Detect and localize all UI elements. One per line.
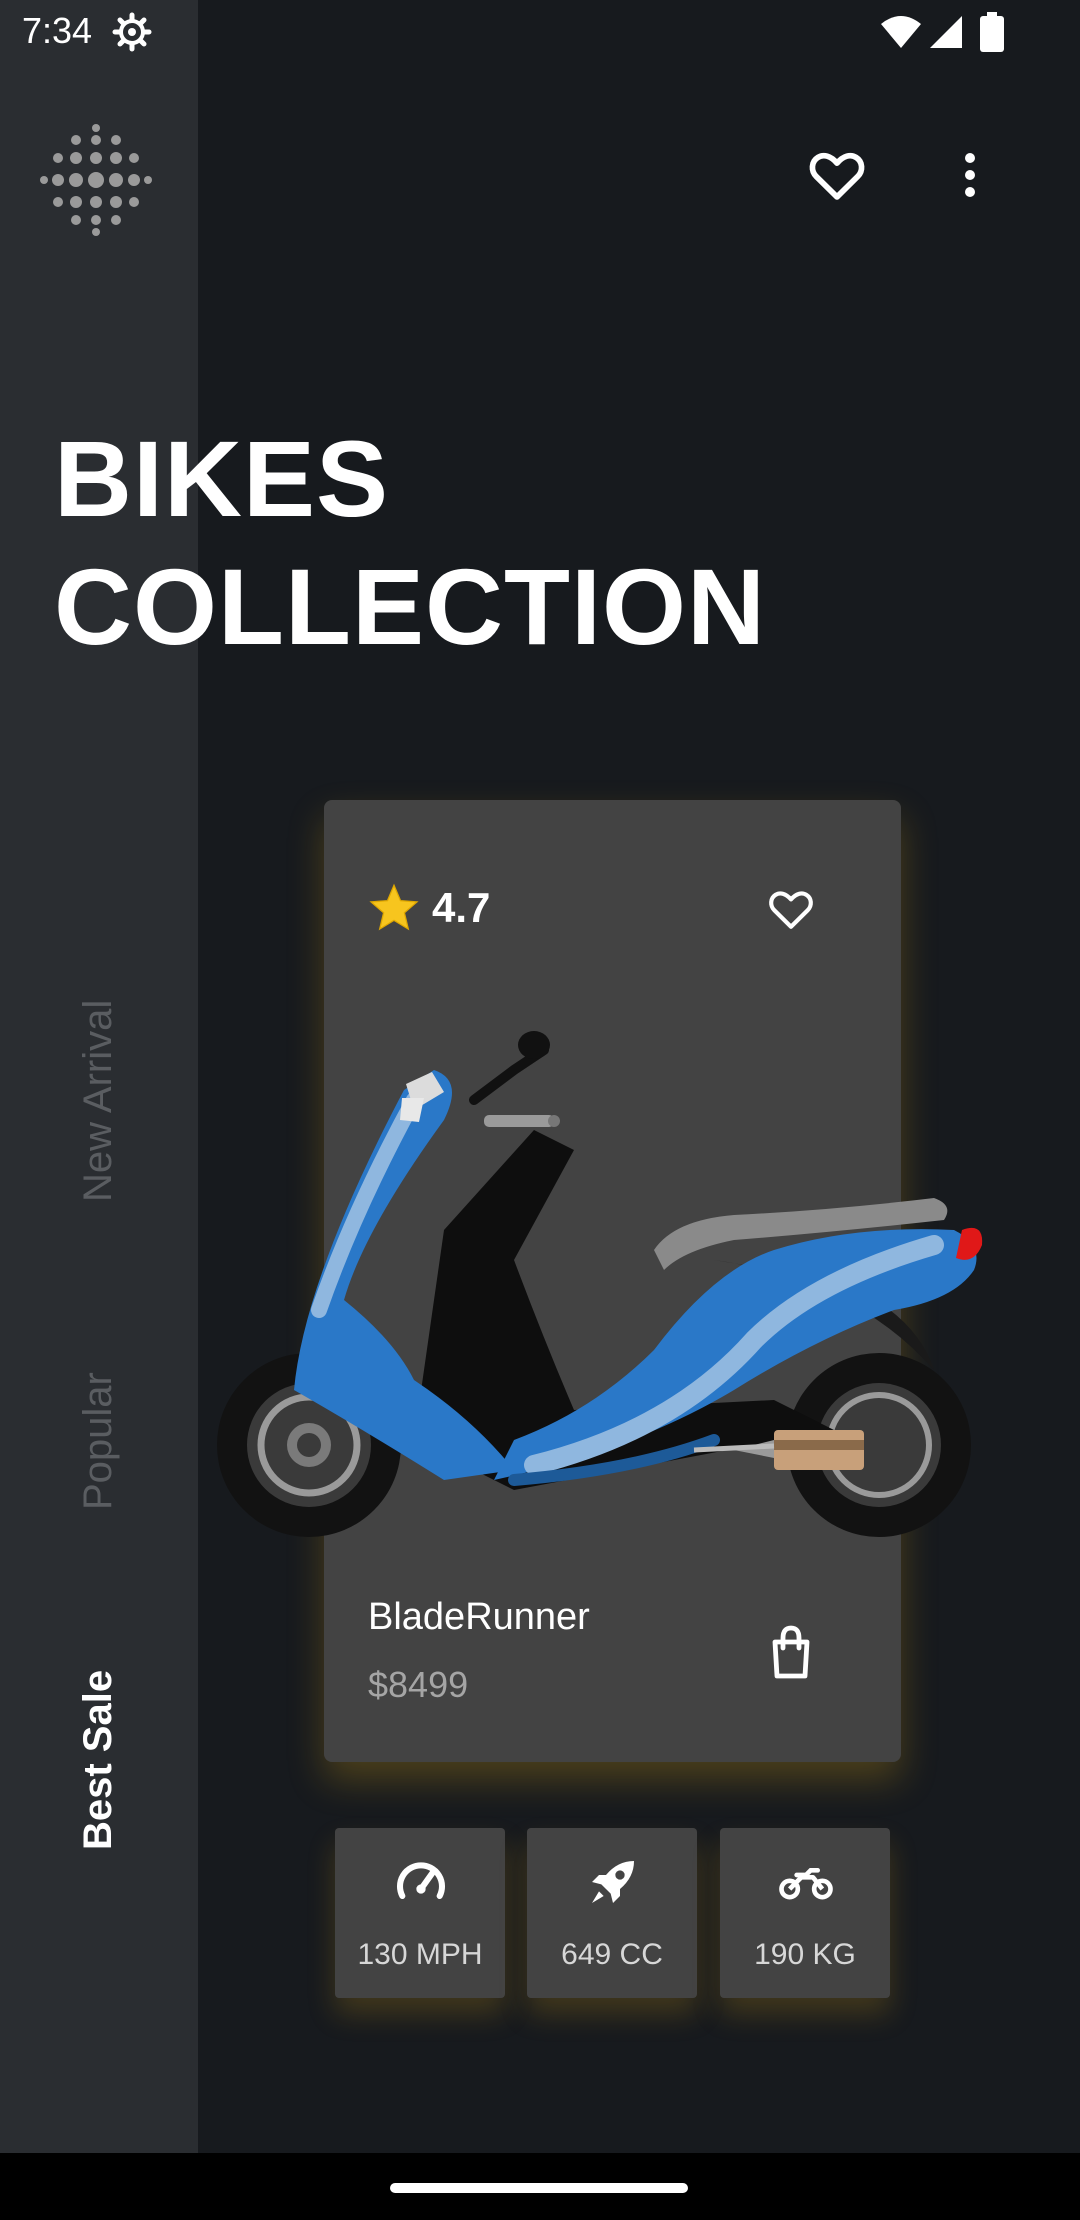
tab-best-sale[interactable]: Best Sale: [76, 1670, 121, 1850]
spec-weight-label: 190 KG: [754, 1938, 856, 1971]
tab-popular[interactable]: Popular: [76, 1372, 121, 1510]
favorite-heart-icon[interactable]: [764, 884, 818, 934]
page-title: BIKES COLLECTION: [54, 415, 766, 671]
product-name: BladeRunner: [368, 1596, 590, 1638]
scooter-image: [217, 1031, 983, 1537]
battery-icon: [980, 12, 1004, 52]
rocket-icon: [592, 1861, 634, 1903]
heart-icon[interactable]: [806, 144, 868, 206]
title-line-1: BIKES: [54, 418, 390, 539]
spec-speed-label: 130 MPH: [357, 1938, 483, 1971]
tab-new-arrival[interactable]: New Arrival: [76, 1000, 121, 1202]
wifi-icon: [881, 16, 921, 48]
speedometer-icon: [397, 1862, 445, 1900]
status-bar: 7:34: [0, 0, 1080, 64]
spec-weight: 190 KG: [720, 1828, 890, 1998]
star-icon: [369, 883, 419, 931]
title-line-2: COLLECTION: [54, 546, 766, 667]
spec-speed: 130 MPH: [335, 1828, 505, 1998]
shopping-bag-icon[interactable]: [766, 1624, 816, 1680]
dot-grid-logo[interactable]: [40, 124, 152, 236]
home-handle[interactable]: [390, 2183, 688, 2193]
more-vert-icon[interactable]: [950, 144, 990, 206]
rating-value: 4.7: [432, 884, 491, 931]
spec-engine-label: 649 CC: [561, 1938, 663, 1971]
product-price: $8499: [368, 1664, 469, 1705]
motorbike-icon: [779, 1868, 833, 1900]
signal-icon: [930, 16, 962, 48]
spec-engine: 649 CC: [527, 1828, 697, 1998]
status-time: 7:34: [22, 10, 93, 51]
gear-icon: [112, 12, 152, 52]
